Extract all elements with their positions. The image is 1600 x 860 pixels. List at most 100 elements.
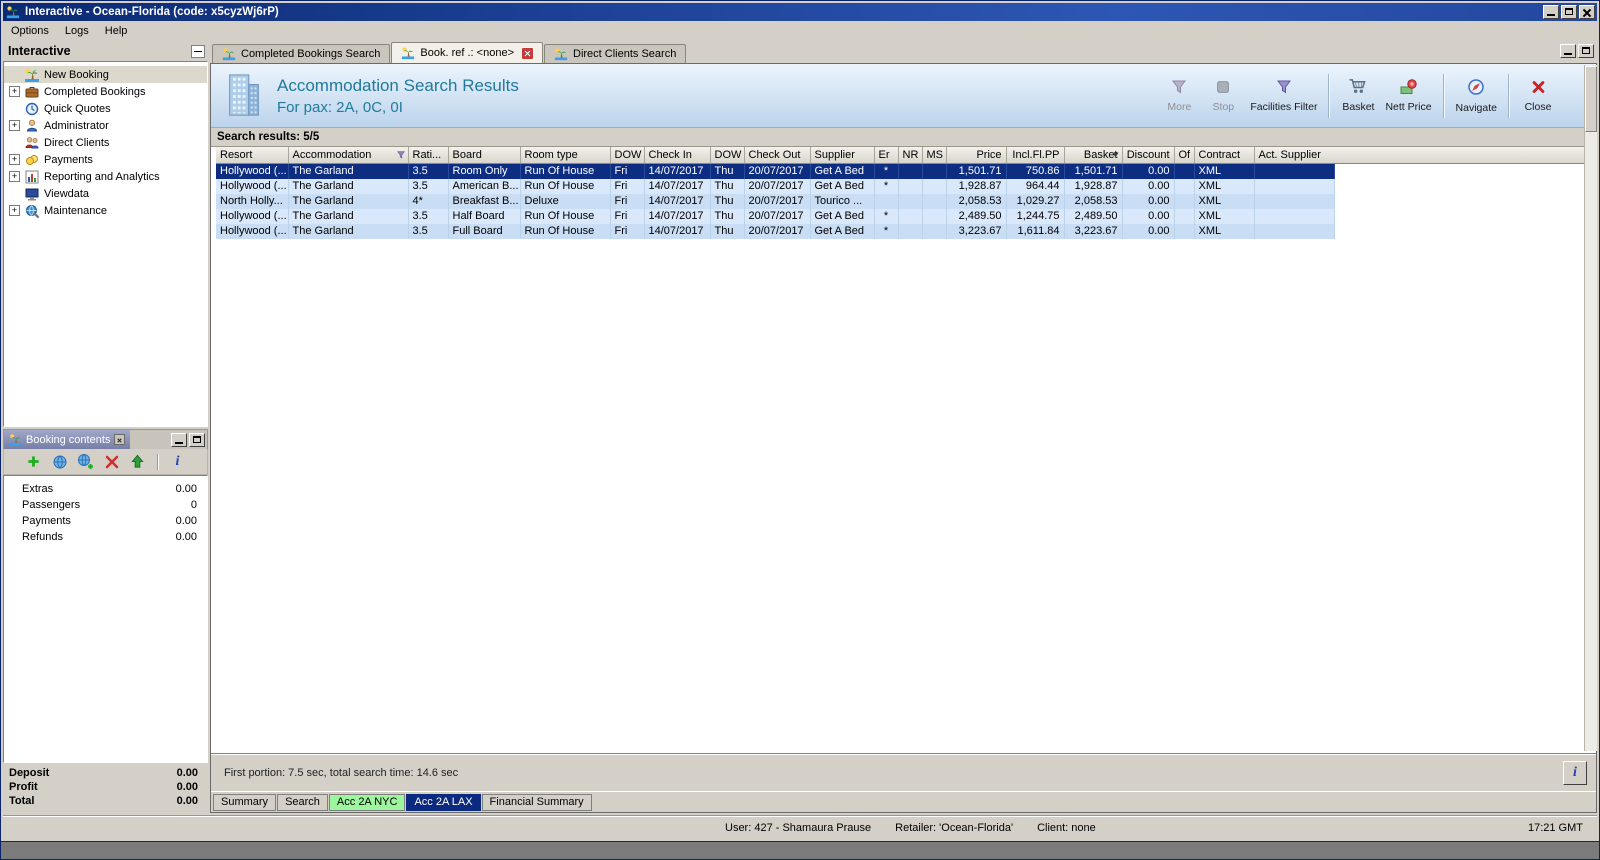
suitcase-icon (24, 84, 40, 100)
navigate-button[interactable]: Navigate (1451, 69, 1502, 123)
column-header-er[interactable]: Er (874, 147, 899, 164)
column-header-supplier[interactable]: Supplier (810, 147, 875, 164)
expand-icon[interactable] (9, 154, 20, 165)
globe-icon[interactable] (51, 453, 69, 471)
panel-maximize-icon[interactable] (189, 432, 205, 447)
info-icon[interactable]: i (169, 453, 187, 471)
column-header-ms[interactable]: MS (922, 147, 947, 164)
result-row[interactable]: Hollywood (... The Garland 3.5 Half Boar… (216, 208, 1335, 224)
tab-financial-summary[interactable]: Financial Summary (481, 793, 592, 811)
tab-summary[interactable]: Summary (213, 793, 277, 811)
cell-nr (898, 223, 923, 239)
column-header-resort[interactable]: Resort (216, 147, 289, 164)
column-header-dow-out[interactable]: DOW (710, 147, 745, 164)
cell-room-type: Run Of House (520, 163, 611, 179)
column-header-room-type[interactable]: Room type (520, 147, 611, 164)
column-header-check-in[interactable]: Check In (644, 147, 711, 164)
tab-search[interactable]: Search (277, 793, 328, 811)
tab-completed-bookings-search[interactable]: Completed Bookings Search (212, 44, 391, 63)
column-header-nr[interactable]: NR (898, 147, 923, 164)
scrollbar-thumb[interactable] (1585, 66, 1597, 132)
delete-icon[interactable] (103, 453, 121, 471)
booking-contents-row[interactable]: Payments 0.00 (4, 513, 207, 529)
up-arrow-icon[interactable] (129, 453, 147, 471)
cell-act-supplier (1254, 208, 1335, 224)
cell-act-supplier (1254, 193, 1335, 209)
cell-board: American B... (448, 178, 521, 194)
tab-direct-clients-search[interactable]: Direct Clients Search (544, 44, 687, 63)
sidebar-item-label: Administrator (44, 119, 109, 132)
sidebar-item-label: Viewdata (44, 187, 90, 200)
cell-check-in: 14/07/2017 (644, 208, 711, 224)
maximize-icon[interactable] (1561, 5, 1577, 19)
menu-options[interactable]: Options (3, 23, 57, 39)
column-header-check-out[interactable]: Check Out (744, 147, 811, 164)
minimize-icon[interactable] (1543, 5, 1559, 19)
column-header-incl-fl-pp[interactable]: Incl.Fl.PP (1006, 147, 1065, 164)
column-header-basket[interactable]: Basket (1064, 147, 1123, 164)
close-results-button[interactable]: Close (1516, 69, 1560, 123)
mdi-restore-icon[interactable] (1578, 44, 1594, 58)
expand-icon[interactable] (9, 171, 20, 182)
column-header-price[interactable]: Price (946, 147, 1007, 164)
info-button[interactable]: i (1563, 760, 1587, 785)
result-row[interactable]: North Holly... The Garland 4* Breakfast … (216, 193, 1335, 209)
results-grid-area: Resort Accommodation Rati... Board Room … (211, 147, 1596, 753)
booking-contents-row[interactable]: Passengers 0 (4, 497, 207, 513)
stop-button[interactable]: Stop (1201, 69, 1245, 123)
tab-acc-2a-lax[interactable]: Acc 2A LAX (406, 793, 481, 811)
column-header-board[interactable]: Board (448, 147, 521, 164)
expand-icon[interactable] (9, 205, 20, 216)
sidebar-item-maintenance[interactable]: Maintenance (4, 202, 207, 219)
column-header-act-supplier[interactable]: Act. Supplier (1254, 147, 1335, 164)
cell-er (874, 193, 899, 209)
column-header-discount[interactable]: Discount (1122, 147, 1175, 164)
result-row[interactable]: Hollywood (... The Garland 3.5 Room Only… (216, 163, 1335, 179)
close-icon[interactable] (1579, 5, 1595, 19)
vertical-scrollbar[interactable] (1584, 65, 1597, 751)
facilities-filter-button[interactable]: Facilities Filter (1245, 69, 1322, 123)
menu-logs[interactable]: Logs (57, 23, 97, 39)
filter-funnel-icon[interactable] (396, 150, 406, 162)
sidebar-item-direct-clients[interactable]: Direct Clients (4, 134, 207, 151)
cell-ms (922, 163, 947, 179)
cell-of (1174, 193, 1195, 209)
column-header-dow-in[interactable]: DOW (610, 147, 645, 164)
booking-contents-row[interactable]: Refunds 0.00 (4, 529, 207, 545)
column-header-rating[interactable]: Rati... (408, 147, 449, 164)
results-summary: Search results: 5/5 (211, 128, 1596, 147)
column-header-of[interactable]: Of (1174, 147, 1195, 164)
expand-icon[interactable] (9, 86, 20, 97)
tab-close-icon[interactable] (522, 47, 533, 59)
booking-contents-row[interactable]: Extras 0.00 (4, 481, 207, 497)
collapse-panel-icon[interactable] (191, 44, 205, 58)
add-icon[interactable] (25, 453, 43, 471)
cell-resort: Hollywood (... (216, 223, 289, 239)
panel-minimize-icon[interactable] (171, 432, 187, 447)
basket-button[interactable]: Basket (1336, 69, 1380, 123)
tab-booking-ref[interactable]: Book. ref .: <none> (391, 42, 543, 63)
mdi-minimize-icon[interactable] (1560, 44, 1576, 58)
close-panel-icon[interactable] (114, 434, 126, 445)
sidebar-item-reporting-and-analytics[interactable]: Reporting and Analytics (4, 168, 207, 185)
menu-help[interactable]: Help (97, 23, 136, 39)
booking-contents-tab[interactable]: Booking contents (4, 430, 131, 449)
expand-icon[interactable] (9, 120, 20, 131)
nett-price-button[interactable]: Nett Price (1380, 69, 1436, 123)
column-header-contract[interactable]: Contract (1194, 147, 1255, 164)
sidebar-item-completed-bookings[interactable]: Completed Bookings (4, 83, 207, 100)
sort-descending-icon[interactable] (1111, 150, 1120, 162)
sidebar-item-viewdata[interactable]: Viewdata (4, 185, 207, 202)
sidebar-item-administrator[interactable]: Administrator (4, 117, 207, 134)
booking-item-label: Refunds (22, 531, 63, 543)
globe-add-icon[interactable] (77, 453, 95, 471)
sidebar-item-quick-quotes[interactable]: Quick Quotes (4, 100, 207, 117)
result-row[interactable]: Hollywood (... The Garland 3.5 Full Boar… (216, 223, 1335, 239)
cell-dow-out: Thu (710, 163, 745, 179)
sidebar-item-new-booking[interactable]: New Booking (4, 66, 207, 83)
column-header-accommodation[interactable]: Accommodation (288, 147, 409, 164)
more-button[interactable]: More (1157, 69, 1201, 123)
tab-acc-2a-nyc[interactable]: Acc 2A NYC (328, 793, 406, 811)
sidebar-item-payments[interactable]: Payments (4, 151, 207, 168)
result-row[interactable]: Hollywood (... The Garland 3.5 American … (216, 178, 1335, 194)
